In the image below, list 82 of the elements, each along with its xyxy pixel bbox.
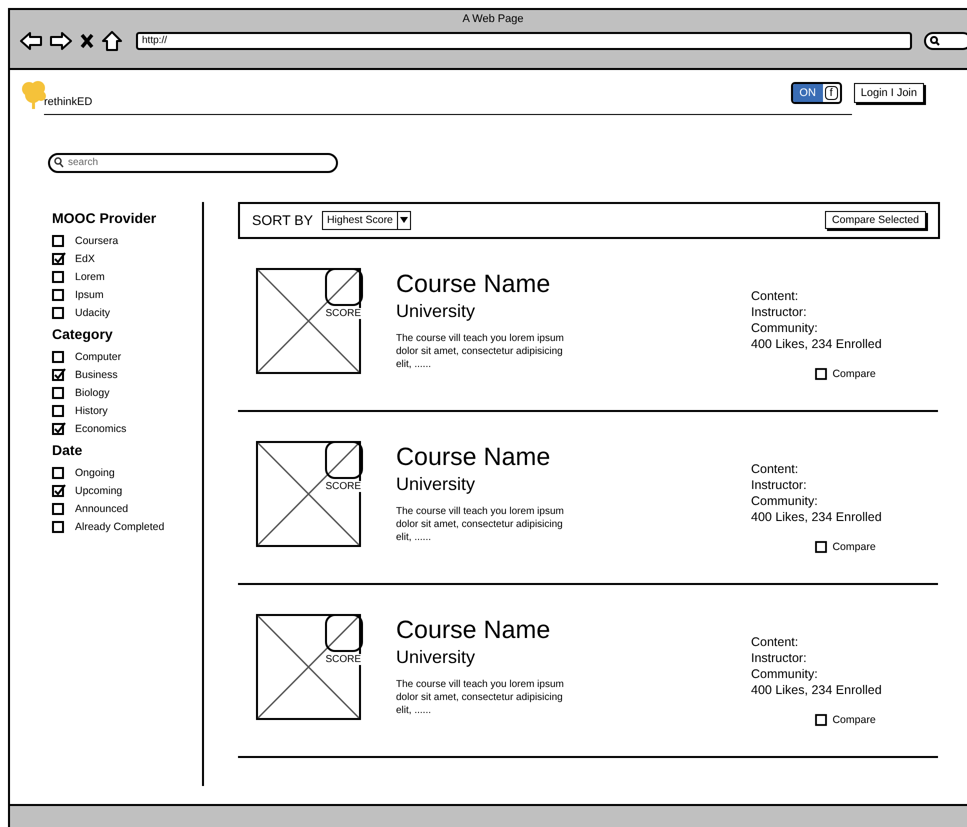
checkbox[interactable] [52, 252, 66, 265]
forward-icon[interactable] [50, 31, 72, 51]
checkbox-label: Upcoming [75, 484, 122, 496]
score-badge [325, 614, 363, 652]
content-label: Content: [751, 460, 800, 476]
window-title: A Web Page [462, 12, 524, 27]
checkbox[interactable] [52, 466, 66, 479]
checkbox[interactable] [52, 422, 66, 435]
content-label: Content: [751, 634, 800, 650]
course-name: Course Name [396, 616, 552, 644]
score-label: SCORE [325, 654, 361, 664]
back-icon[interactable] [20, 31, 42, 51]
university-name: University [396, 646, 476, 668]
checkbox[interactable] [52, 368, 66, 381]
filter-heading: Category [52, 326, 114, 342]
score-badge [325, 440, 363, 478]
course-description: The course vill teach you lorem ipsum dolor sit amet, consectetur adipisicing elit, ...... [396, 504, 565, 544]
checkbox[interactable] [52, 270, 66, 283]
login-button[interactable]: Login I Join [854, 83, 924, 103]
facebook-icon: f [824, 86, 838, 100]
checkbox-label: Lorem [75, 270, 105, 282]
course-stats: 400 Likes, 234 Enrolled [751, 508, 882, 524]
score-badge [325, 268, 363, 306]
instructor-label: Instructor: [751, 304, 808, 320]
compare-label: Compare [832, 368, 876, 380]
url-field[interactable]: http:// [136, 32, 912, 50]
course-name: Course Name [396, 442, 552, 472]
checkbox[interactable] [52, 306, 66, 319]
community-label: Community: [751, 320, 819, 336]
filter-heading: MOOC Provider [52, 210, 158, 226]
checkbox-label: Biology [75, 386, 110, 398]
checkbox[interactable] [52, 520, 66, 533]
filter-heading: Date [52, 442, 84, 458]
score-label: SCORE [325, 308, 361, 318]
compare-checkbox[interactable] [815, 714, 828, 726]
checkbox-label: Announced [75, 502, 128, 514]
university-name: University [396, 300, 476, 322]
checkbox[interactable] [52, 386, 66, 399]
instructor-label: Instructor: [751, 476, 808, 492]
checkbox-label: History [75, 404, 108, 416]
sort-label: SORT BY [252, 212, 313, 228]
checkbox-label: Economics [75, 422, 126, 434]
checkbox-label: Ipsum [75, 288, 104, 300]
checkbox[interactable] [52, 484, 66, 497]
course-stats: 400 Likes, 234 Enrolled [751, 336, 882, 352]
course-stats: 400 Likes, 234 Enrolled [751, 682, 882, 698]
checkbox-label: Computer [75, 350, 122, 362]
checkbox-label: Business [75, 368, 118, 380]
checkbox[interactable] [52, 350, 66, 363]
checkbox-label: Coursera [75, 234, 118, 246]
course-name: Course Name [396, 270, 552, 298]
home-icon[interactable] [102, 31, 122, 51]
course-description: The course vill teach you lorem ipsum dolor sit amet, consectetur adipisicing elit, ...... [396, 332, 565, 370]
instructor-label: Instructor: [751, 650, 808, 666]
checkbox[interactable] [52, 502, 66, 515]
score-label: SCORE [325, 480, 361, 492]
compare-checkbox[interactable] [815, 368, 828, 380]
community-label: Community: [751, 666, 819, 682]
checkbox[interactable] [52, 234, 66, 247]
compare-label: Compare [832, 714, 876, 726]
search-field[interactable]: search [48, 152, 338, 172]
checkbox-label: Udacity [75, 306, 110, 318]
course-description: The course vill teach you lorem ipsum dolor sit amet, consectetur adipisicing elit, ...... [396, 678, 565, 716]
checkbox[interactable] [52, 288, 66, 301]
checkbox-label: Ongoing [75, 466, 115, 478]
search-icon [930, 36, 940, 46]
content-label: Content: [751, 288, 800, 304]
community-label: Community: [751, 492, 819, 508]
compare-label: Compare [832, 540, 876, 552]
compare-selected-button[interactable]: Compare Selected [825, 211, 926, 229]
checkbox[interactable] [52, 404, 66, 417]
compare-checkbox[interactable] [815, 540, 828, 552]
checkbox-label: EdX [75, 252, 95, 264]
logo-text: rethinkED [44, 96, 92, 108]
search-field[interactable] [924, 32, 967, 50]
close-icon[interactable] [80, 33, 94, 49]
university-name: University [396, 474, 476, 494]
caret-icon [396, 211, 410, 229]
sort-dropdown[interactable]: Highest Score [322, 210, 411, 230]
search-icon [54, 157, 64, 168]
checkbox-label: Already Completed [75, 520, 164, 532]
toggle-switch[interactable]: ON f [790, 82, 842, 104]
